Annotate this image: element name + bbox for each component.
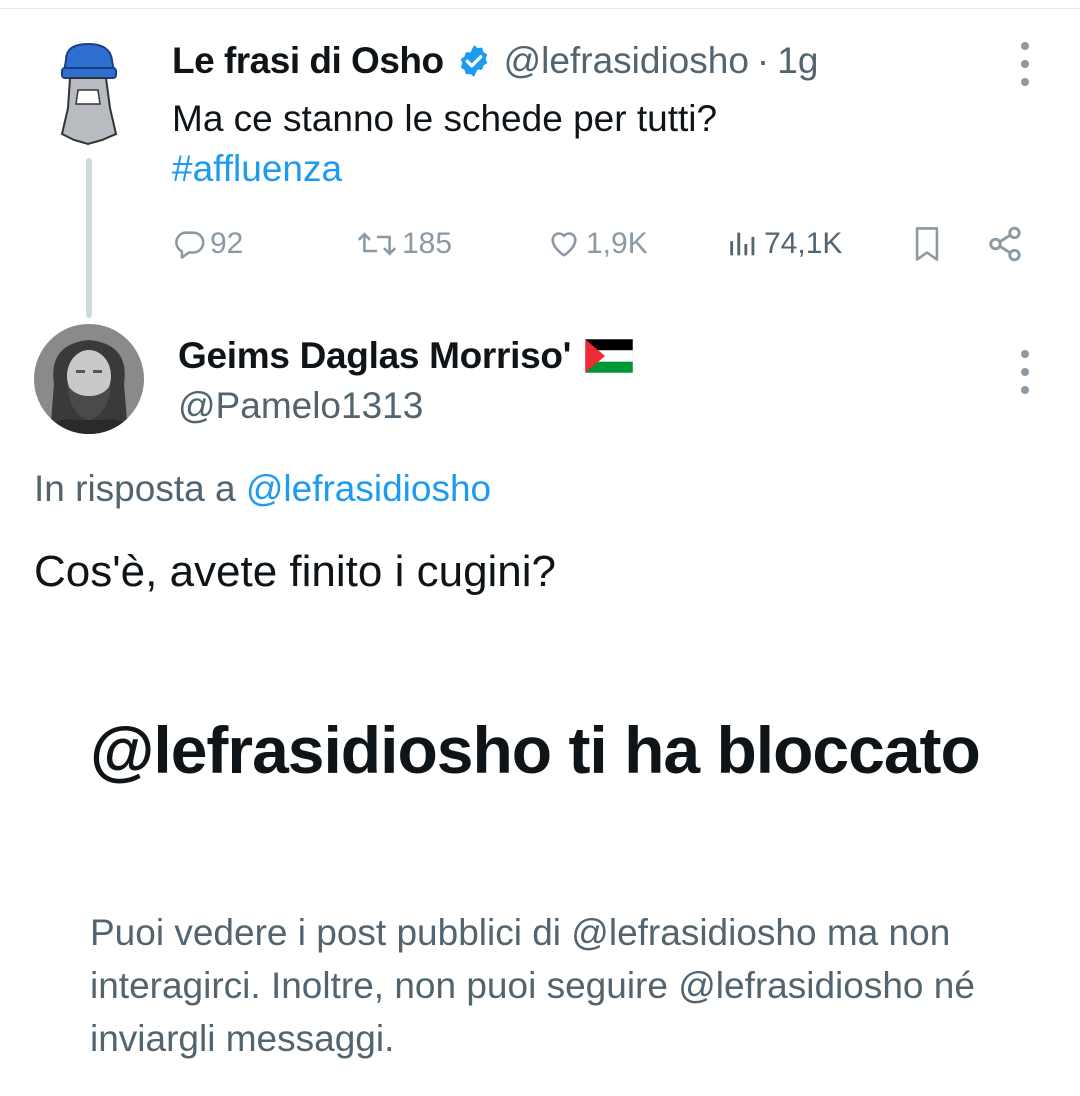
reply-context: In risposta a @lefrasidiosho <box>34 464 491 514</box>
original-author-name[interactable]: Le frasi di Osho <box>172 40 444 82</box>
share-button[interactable] <box>986 218 1024 270</box>
reply-to-prefix: In risposta a <box>34 468 236 509</box>
reply-count: 92 <box>210 227 244 260</box>
retweet-button[interactable]: 185 <box>356 218 452 270</box>
like-count: 1,9K <box>586 227 648 260</box>
reply-to-mention[interactable]: @lefrasidiosho <box>246 468 491 509</box>
views-chart-icon <box>726 227 760 261</box>
more-options-icon[interactable] <box>1013 42 1037 86</box>
reply-author-handle[interactable]: @Pamelo1313 <box>178 380 423 432</box>
reply-author-avatar[interactable] <box>34 324 144 434</box>
hashtag-link[interactable]: #affluenza <box>172 144 342 194</box>
retweet-count: 185 <box>402 227 453 260</box>
reply-author-name[interactable]: Geims Daglas Morriso' <box>178 335 571 377</box>
original-author-handle[interactable]: @lefrasidiosho <box>504 40 749 82</box>
tweet-actions-bar: 92 185 1,9K 74,1K <box>172 218 1032 270</box>
palestine-flag-icon <box>584 338 634 374</box>
bookmark-button[interactable] <box>910 218 944 270</box>
original-tweet-header: Le frasi di Osho @lefrasidiosho · 1g <box>172 38 818 84</box>
reply-icon <box>172 227 206 261</box>
original-tweet-text: Ma ce stanno le schede per tutti? <box>172 98 718 139</box>
osho-avatar[interactable] <box>52 38 124 148</box>
like-button[interactable]: 1,9K <box>546 218 648 270</box>
blocked-notice-title: @lefrasidiosho ti ha bloccato <box>90 713 981 787</box>
bookmark-icon <box>910 225 944 263</box>
tweet-timestamp[interactable]: 1g <box>777 40 818 82</box>
thread-connector-line <box>86 158 92 318</box>
reply-tweet-text: Cos'è, avete finito i cugini? <box>34 547 557 596</box>
top-divider <box>0 8 1080 9</box>
more-options-icon[interactable] <box>1013 350 1037 394</box>
views-count: 74,1K <box>764 227 843 260</box>
heart-icon <box>546 227 582 261</box>
retweet-icon <box>356 227 398 261</box>
separator-dot: · <box>756 40 770 81</box>
reply-author-row: Geims Daglas Morriso' <box>178 330 634 382</box>
verified-badge-icon <box>456 43 492 79</box>
views-button[interactable]: 74,1K <box>726 218 842 270</box>
reply-button[interactable]: 92 <box>172 218 243 270</box>
blocked-notice-description: Puoi vedere i post pubblici di @lefrasid… <box>90 912 975 1059</box>
share-icon <box>986 225 1024 263</box>
